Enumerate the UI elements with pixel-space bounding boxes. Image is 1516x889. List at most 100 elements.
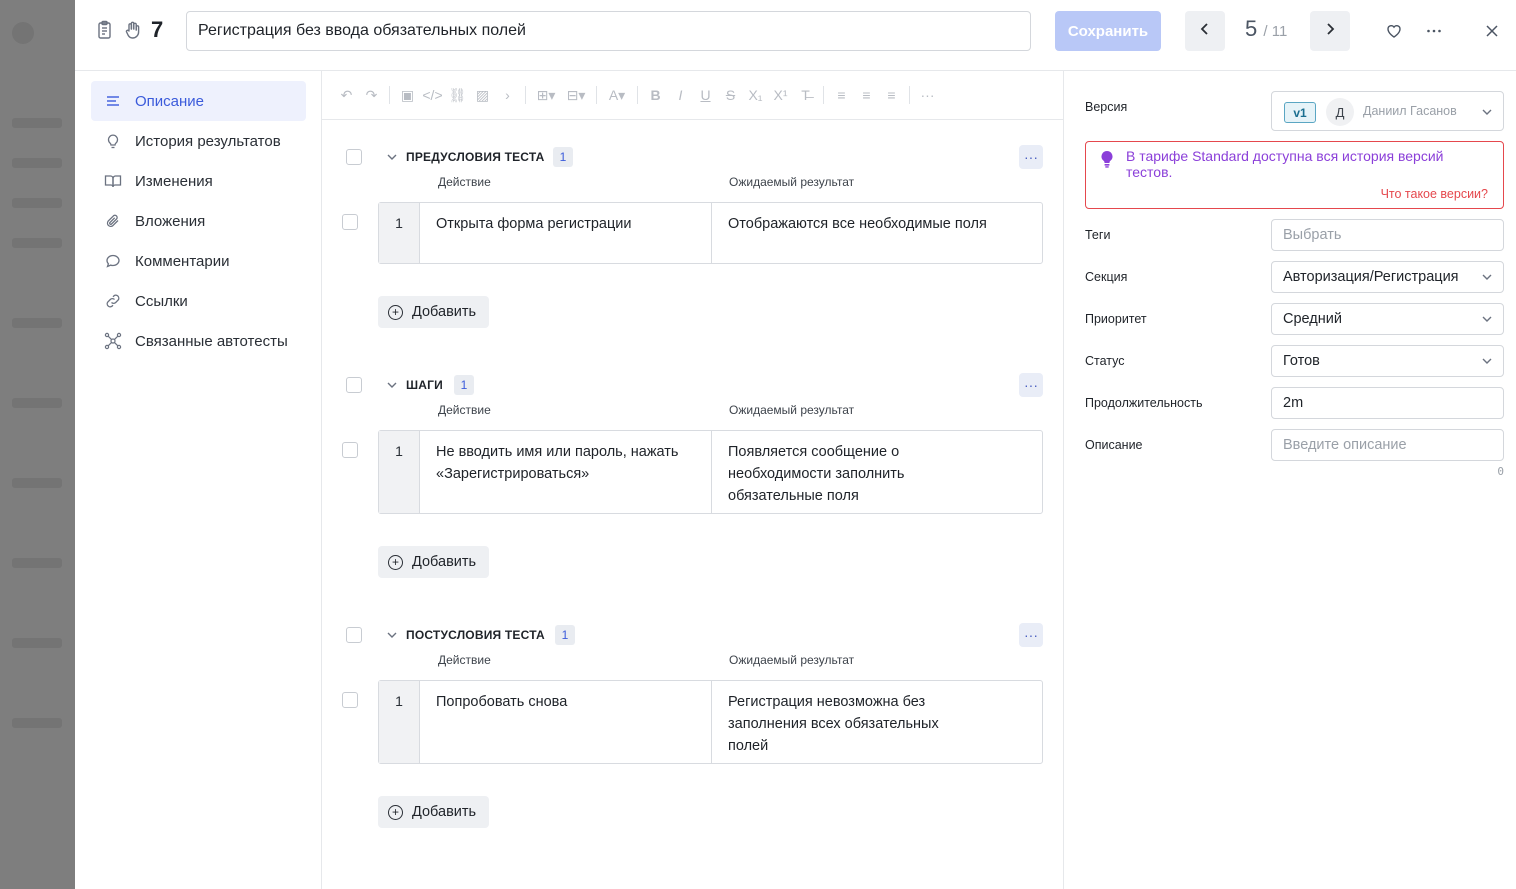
description-input[interactable]: Введите описание — [1271, 429, 1504, 461]
chevron-right-icon — [1323, 22, 1337, 41]
close-icon[interactable] — [1481, 20, 1503, 42]
add-step-button[interactable]: + Добавить — [378, 546, 489, 578]
step-checkbox[interactable] — [342, 214, 358, 230]
col-action-header: Действие — [438, 175, 491, 189]
add-step-button[interactable]: + Добавить — [378, 296, 489, 328]
code-block-icon[interactable]: ▣ — [395, 83, 420, 108]
chevron-down-icon — [1481, 105, 1493, 123]
add-step-button[interactable]: + Добавить — [378, 796, 489, 828]
title-input[interactable]: Регистрация без ввода обязательных полей — [186, 11, 1031, 51]
image-icon[interactable]: ▨ — [470, 83, 495, 108]
section-select[interactable]: Авторизация/Регистрация — [1271, 261, 1504, 293]
step-row[interactable]: 1 Попробовать снова Регистрация невозмож… — [378, 680, 1043, 764]
chevron-right-icon[interactable]: › — [495, 83, 520, 108]
nav-item-autotests[interactable]: Связанные автотесты — [91, 321, 306, 361]
more-icon[interactable] — [1423, 20, 1445, 42]
step-result[interactable]: Появляется сообщение о необходимости зап… — [712, 431, 1042, 513]
table-insert-icon[interactable]: ⊟▾ — [561, 83, 591, 108]
clear-format-icon[interactable]: T̶ — [793, 83, 818, 108]
section-checkbox[interactable] — [346, 377, 362, 393]
col-result-header: Ожидаемый результат — [729, 403, 855, 417]
hand-icon[interactable] — [123, 20, 143, 40]
status-label: Статус — [1085, 354, 1125, 368]
background-app-overlay — [0, 0, 75, 889]
test-case-modal: 7 Регистрация без ввода обязательных пол… — [75, 0, 1516, 889]
upgrade-notice-text: В тарифе Standard доступна вся история в… — [1126, 148, 1444, 180]
nav-item-label: Описание — [135, 92, 205, 110]
step-checkbox[interactable] — [342, 692, 358, 708]
strikethrough-icon[interactable]: S — [718, 83, 743, 108]
step-number: 1 — [379, 681, 420, 763]
step-checkbox[interactable] — [342, 442, 358, 458]
save-button[interactable]: Сохранить — [1055, 11, 1161, 51]
priority-select[interactable]: Средний — [1271, 303, 1504, 335]
nav-item-label: Изменения — [135, 172, 213, 190]
section-more-button[interactable]: ··· — [1019, 145, 1043, 169]
versions-help-link[interactable]: Что такое версии? — [1381, 187, 1488, 201]
col-action-header: Действие — [438, 403, 491, 417]
tags-select[interactable]: Выбрать — [1271, 219, 1504, 251]
nav-item-description[interactable]: Описание — [91, 81, 306, 121]
editor-toolbar: ↶ ↷ ▣ </> ⛓ ▨ › ⊞▾ ⊟▾ A▾ B I U S X₁ X¹ T… — [334, 75, 1039, 115]
upgrade-notice: В тарифе Standard доступна вся история в… — [1085, 141, 1504, 209]
add-label: Добавить — [412, 804, 477, 820]
prev-button[interactable] — [1185, 11, 1225, 51]
align-right-icon[interactable]: ≡ — [879, 83, 904, 108]
version-select[interactable]: v1 Д Даниил Гасанов — [1271, 91, 1504, 131]
bulb-icon — [91, 133, 135, 149]
book-icon — [91, 173, 135, 189]
nav-item-comments[interactable]: Комментарии — [91, 241, 306, 281]
nav-item-links[interactable]: Ссылки — [91, 281, 306, 321]
align-left-icon[interactable]: ≡ — [829, 83, 854, 108]
nav-item-changes[interactable]: Изменения — [91, 161, 306, 201]
step-action[interactable]: Попробовать снова — [420, 681, 712, 763]
step-action[interactable]: Не вводить имя или пароль, нажать «Зарег… — [420, 431, 712, 513]
chevron-down-icon[interactable] — [386, 628, 398, 646]
more-icon[interactable]: ··· — [915, 83, 940, 108]
bold-icon[interactable]: B — [643, 83, 668, 108]
status-select[interactable]: Готов — [1271, 345, 1504, 377]
chevron-down-icon — [1481, 313, 1493, 329]
underline-icon[interactable]: U — [693, 83, 718, 108]
redo-icon[interactable]: ↷ — [359, 83, 384, 108]
step-number: 1 — [379, 431, 420, 513]
align-center-icon[interactable]: ≡ — [854, 83, 879, 108]
step-result[interactable]: Регистрация невозможна без заполнения вс… — [712, 681, 1042, 763]
table-icon[interactable]: ⊞▾ — [531, 83, 561, 108]
col-result-header: Ожидаемый результат — [729, 653, 855, 667]
nav-item-label: Комментарии — [135, 252, 230, 270]
duration-input[interactable]: 2m — [1271, 387, 1504, 419]
paperclip-icon — [91, 213, 135, 229]
italic-icon[interactable]: I — [668, 83, 693, 108]
properties-panel: Версия v1 Д Даниил Гасанов В тарифе Stan… — [1065, 71, 1516, 889]
section-title: ШАГИ — [406, 378, 443, 392]
code-icon[interactable]: </> — [420, 83, 445, 108]
chevron-down-icon — [1481, 271, 1493, 287]
section-more-button[interactable]: ··· — [1019, 623, 1043, 647]
step-row[interactable]: 1 Открыта форма регистрации Отображаются… — [378, 202, 1043, 264]
description-char-count: 0 — [1497, 465, 1504, 478]
link-icon[interactable]: ⛓ — [445, 83, 470, 108]
nav-item-attachments[interactable]: Вложения — [91, 201, 306, 241]
priority-value: Средний — [1283, 311, 1342, 327]
subscript-icon[interactable]: X₁ — [743, 83, 768, 108]
heart-icon[interactable] — [1383, 20, 1405, 42]
step-action[interactable]: Открыта форма регистрации — [420, 203, 712, 263]
chevron-down-icon[interactable] — [386, 150, 398, 168]
chevron-down-icon[interactable] — [386, 378, 398, 396]
list-icon — [91, 93, 135, 109]
section-checkbox[interactable] — [346, 627, 362, 643]
clipboard-icon[interactable] — [95, 20, 115, 40]
step-row[interactable]: 1 Не вводить имя или пароль, нажать «Зар… — [378, 430, 1043, 514]
undo-icon[interactable]: ↶ — [334, 83, 359, 108]
section-checkbox[interactable] — [346, 149, 362, 165]
pager: 5 / 11 — [1245, 16, 1287, 42]
col-result-header: Ожидаемый результат — [729, 175, 855, 189]
chevron-left-icon — [1198, 22, 1212, 41]
section-more-button[interactable]: ··· — [1019, 373, 1043, 397]
next-button[interactable] — [1310, 11, 1350, 51]
step-result[interactable]: Отображаются все необходимые поля — [712, 203, 1042, 263]
text-style-icon[interactable]: A▾ — [602, 83, 632, 108]
superscript-icon[interactable]: X¹ — [768, 83, 793, 108]
nav-item-history[interactable]: История результатов — [91, 121, 306, 161]
